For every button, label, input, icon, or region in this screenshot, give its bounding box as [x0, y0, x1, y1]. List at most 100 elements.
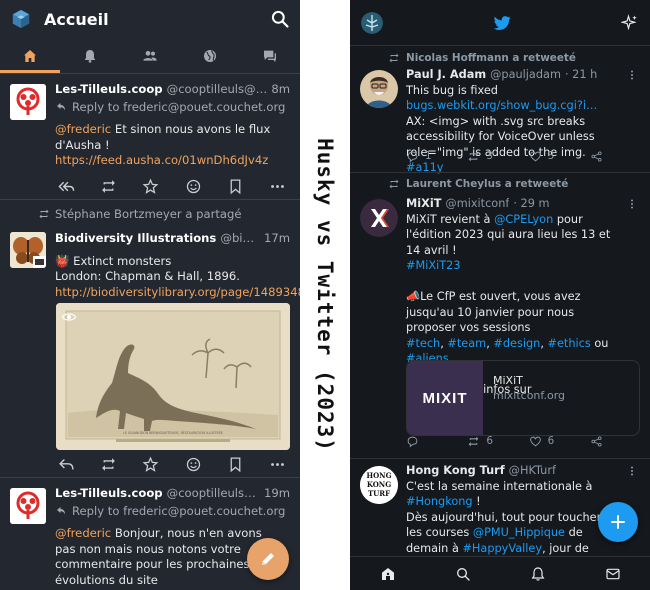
search-icon[interactable] [270, 9, 290, 29]
mention-link[interactable]: @frederic [55, 122, 111, 136]
hashtag-link[interactable]: #MiXiT23 [406, 259, 461, 272]
reply-indicator: Reply to frederic@pouet.couchet.org [55, 504, 290, 520]
share-button[interactable] [590, 435, 620, 448]
tab-home[interactable] [0, 38, 60, 73]
heart-icon [529, 151, 541, 161]
tweet-link[interactable]: bugs.webkit.org/show_bug.cgi?i… [406, 99, 597, 112]
author-handle: @mixitconf [445, 197, 510, 210]
husky-app: Accueil Les-Tilleuls.coop @cooptilleuls@… [0, 0, 300, 590]
card-title: MiXiT [493, 374, 523, 387]
author-name[interactable]: Biodiversity Illustrations [55, 231, 216, 247]
emoji-reaction-button[interactable] [185, 456, 202, 473]
tweet[interactable]: Laurent Cheylus a retweeté MiXiT @mixitc… [350, 173, 650, 457]
tab-conversations[interactable] [240, 38, 300, 73]
author-name[interactable]: Hong Kong Turf [406, 463, 505, 479]
tweet-actions: 1 3 3 [406, 148, 620, 164]
retweet-count: 6 [486, 435, 493, 447]
tweet-text-part: MiXiT revient à [406, 212, 495, 226]
card-domain: mixitconf.org [493, 389, 566, 402]
tab-notifications[interactable] [60, 38, 120, 73]
page-title: Accueil [44, 9, 109, 29]
tweet-text-part: ! [472, 495, 481, 508]
link-preview-card[interactable]: MIXIT MiXiT mixitconf.org [406, 360, 640, 436]
more-options-button[interactable] [269, 178, 286, 195]
hide-media-icon[interactable] [61, 309, 77, 325]
hashtag-link[interactable]: #Hongkong [406, 495, 473, 508]
favourite-button[interactable] [142, 456, 159, 473]
bell-icon[interactable] [530, 566, 546, 582]
home-icon[interactable] [380, 566, 396, 582]
post-link[interactable]: https://feed.ausha.co/01wnDh6dJv4z [55, 153, 268, 167]
hashtag-link[interactable]: #HappyValley [462, 542, 542, 555]
reply-button[interactable] [406, 435, 436, 448]
husky-logo-icon[interactable] [10, 8, 32, 30]
mention-link[interactable]: @frederic [55, 526, 111, 540]
husky-post[interactable]: Les-Tilleuls.coop @cooptilleuls@mastodon… [0, 74, 300, 198]
more-options-button[interactable] [269, 456, 286, 473]
bell-icon [84, 49, 96, 63]
boost-button[interactable] [100, 456, 117, 473]
post-time: 8m [271, 82, 290, 96]
heart-icon [529, 436, 541, 446]
tweet[interactable]: Nicolas Hoffmann a retweeté Paul J. Adam… [350, 47, 650, 174]
retweet-button[interactable]: 6 [467, 435, 497, 448]
reply-indicator: Reply to frederic@pouet.couchet.org [55, 100, 290, 116]
hashtag-link[interactable]: #tech [406, 337, 440, 350]
reply-button[interactable]: 1 [406, 150, 436, 163]
tweet-text-part: This bug is fixed [406, 83, 498, 97]
hashtag-link[interactable]: #team [447, 337, 486, 350]
like-button[interactable]: 6 [529, 435, 559, 448]
retweet-icon [468, 436, 479, 446]
share-icon [591, 435, 602, 447]
husky-post[interactable]: Stéphane Bortzmeyer a partagé Biodiversi… [0, 200, 300, 477]
mention-link[interactable]: @PMU_Hippique [473, 526, 565, 539]
compose-tweet-button[interactable] [598, 502, 638, 542]
author-handle: @cooptilleuls@mastodon.social [166, 486, 261, 500]
post-text-line: London: Chapman & Hall, 1896. [55, 269, 240, 283]
tweet-text-part: 📣Le CfP est ouvert, vous avez jusqu'au 1… [406, 290, 581, 334]
post-time: 19m [263, 486, 290, 500]
like-button[interactable]: 3 [529, 150, 559, 163]
plus-icon [611, 515, 625, 529]
reply-icon [407, 151, 418, 162]
media-attachment[interactable]: LE IGUANODON BERNISSARTENSIS, RESTAURATI… [56, 303, 290, 450]
reply-to-label: Reply to frederic@pouet.couchet.org [72, 99, 286, 114]
bookmark-button[interactable] [227, 178, 244, 195]
sparkle-icon[interactable] [621, 13, 639, 32]
share-button[interactable] [590, 150, 620, 163]
timeline-tabs [0, 38, 300, 74]
tab-local[interactable] [120, 38, 180, 73]
search-icon[interactable] [455, 566, 471, 582]
bookmark-button[interactable] [227, 456, 244, 473]
twitter-bird-icon[interactable] [492, 13, 512, 33]
comparison-caption-strip: Husky vs Twitter (2023) [300, 0, 350, 590]
retweet-button[interactable]: 3 [467, 150, 497, 163]
mail-icon[interactable] [605, 566, 621, 582]
reply-icon [57, 507, 65, 515]
hashtag-link[interactable]: #design [493, 337, 540, 350]
tweet-actions: 6 6 [406, 433, 620, 449]
author-name[interactable]: Les-Tilleuls.coop [55, 82, 163, 98]
author-name[interactable]: Paul J. Adam [406, 67, 486, 83]
retweet-count: 3 [486, 150, 493, 162]
account-avatar[interactable] [361, 11, 383, 34]
tab-federated[interactable] [180, 38, 240, 73]
author-name[interactable]: MiXiT [406, 196, 441, 212]
post-text-line: 👹 Extinct monsters [55, 253, 172, 268]
hashtag-link[interactable]: #ethics [548, 337, 591, 350]
separator: , [540, 336, 548, 350]
boost-button[interactable] [100, 178, 117, 195]
separator: ou [590, 336, 609, 350]
reply-button[interactable] [58, 456, 75, 473]
pencil-icon [262, 553, 274, 565]
post-actions [58, 177, 286, 195]
reply-icon [57, 103, 65, 111]
mention-link[interactable]: @CPELyon [494, 213, 553, 226]
reply-all-button[interactable] [58, 178, 75, 195]
favourite-button[interactable] [142, 178, 159, 195]
post-link[interactable]: http://biodiversitylibrary.org/page/1489… [55, 285, 300, 299]
emoji-reaction-button[interactable] [185, 178, 202, 195]
tweet-text-part: C'est la semaine internationale à [406, 479, 593, 493]
compose-button[interactable] [247, 538, 289, 580]
author-name[interactable]: Les-Tilleuls.coop [55, 486, 163, 502]
